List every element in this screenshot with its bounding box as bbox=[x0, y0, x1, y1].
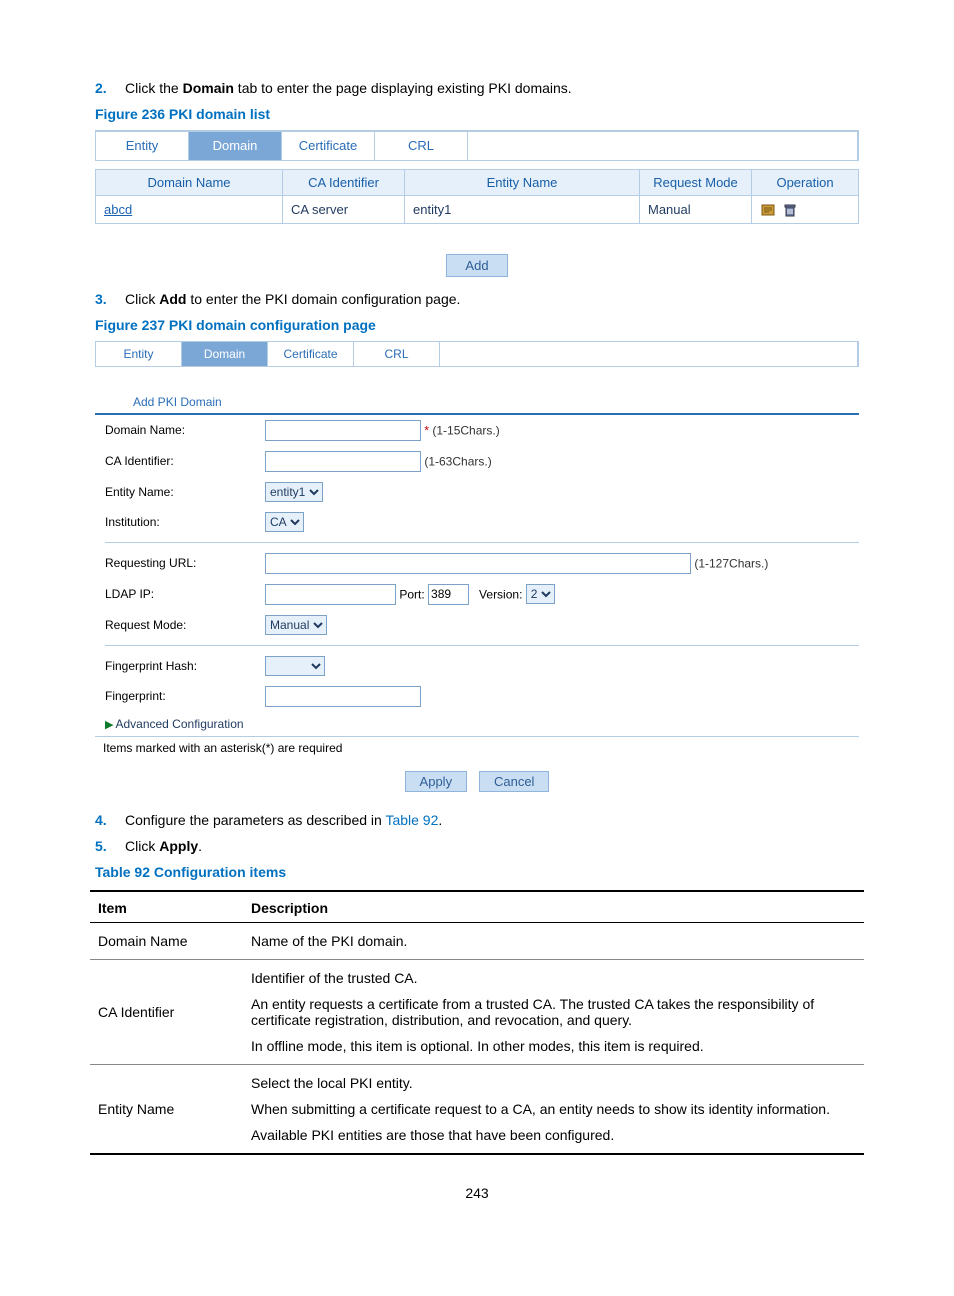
tab-row-2: Entity Domain Certificate CRL bbox=[95, 341, 859, 367]
ca-identifier-hint: (1-63Chars.) bbox=[424, 454, 491, 468]
domain-name-input[interactable] bbox=[265, 420, 421, 441]
table-92-caption: Table 92 Configuration items bbox=[95, 864, 864, 880]
pki-domain-form: Domain Name: * (1-15Chars.) CA Identifie… bbox=[95, 415, 859, 736]
certificate-icon[interactable] bbox=[760, 202, 776, 218]
label-request-mode: Request Mode: bbox=[95, 610, 255, 640]
domain-list-table: Domain Name CA Identifier Entity Name Re… bbox=[95, 169, 859, 224]
label-institution: Institution: bbox=[95, 507, 255, 537]
entity-name-select[interactable]: entity1 bbox=[265, 482, 323, 502]
add-button[interactable]: Add bbox=[446, 254, 507, 277]
table-row: abcd CA server entity1 Manual bbox=[96, 196, 859, 224]
tab-crl-2[interactable]: CRL bbox=[354, 342, 440, 366]
tab-domain[interactable]: Domain bbox=[189, 132, 282, 160]
table-row: CA IdentifierIdentifier of the trusted C… bbox=[90, 959, 864, 1064]
figure-236-caption: Figure 236 PKI domain list bbox=[95, 106, 864, 122]
requesting-url-hint: (1-127Chars.) bbox=[694, 556, 768, 570]
cancel-button[interactable]: Cancel bbox=[479, 771, 549, 792]
ca-identifier-input[interactable] bbox=[265, 451, 421, 472]
figure-237: Entity Domain Certificate CRL Add PKI Do… bbox=[95, 341, 859, 792]
col-operation: Operation bbox=[752, 170, 859, 196]
cell-ca: CA server bbox=[283, 196, 405, 224]
col-item: Item bbox=[90, 891, 243, 923]
table-92-link[interactable]: Table 92 bbox=[385, 812, 438, 828]
page-number: 243 bbox=[90, 1185, 864, 1201]
step-4-number: 4. bbox=[95, 812, 125, 828]
table-row: Domain NameName of the PKI domain. bbox=[90, 922, 864, 959]
domain-name-hint: (1-15Chars.) bbox=[432, 423, 499, 437]
col-domain-name: Domain Name bbox=[96, 170, 283, 196]
step-3-text: Click Add to enter the PKI domain config… bbox=[125, 291, 864, 307]
tab-certificate[interactable]: Certificate bbox=[282, 132, 375, 160]
configuration-items-table: Item Description Domain NameName of the … bbox=[90, 890, 864, 1155]
step-2-text: Click the Domain tab to enter the page d… bbox=[125, 80, 864, 96]
tab-row: Entity Domain Certificate CRL bbox=[95, 131, 859, 161]
institution-select[interactable]: CA bbox=[265, 512, 304, 532]
tab-crl[interactable]: CRL bbox=[375, 132, 468, 160]
label-domain-name: Domain Name: bbox=[95, 415, 255, 446]
section-title: Add PKI Domain bbox=[133, 395, 859, 409]
label-port: Port: bbox=[399, 587, 424, 601]
tab-entity-2[interactable]: Entity bbox=[96, 342, 182, 366]
label-ldap-ip: LDAP IP: bbox=[95, 579, 255, 610]
label-fingerprint: Fingerprint: bbox=[95, 681, 255, 712]
requesting-url-input[interactable] bbox=[265, 553, 691, 574]
figure-237-caption: Figure 237 PKI domain configuration page bbox=[95, 317, 864, 333]
step-3: 3. Click Add to enter the PKI domain con… bbox=[90, 291, 864, 307]
request-mode-select[interactable]: Manual bbox=[265, 615, 327, 635]
cell-item: CA Identifier bbox=[90, 959, 243, 1064]
cell-description: Select the local PKI entity.When submitt… bbox=[243, 1064, 864, 1154]
label-ca-identifier: CA Identifier: bbox=[95, 446, 255, 477]
label-entity-name: Entity Name: bbox=[95, 477, 255, 507]
version-select[interactable]: 2 bbox=[526, 584, 555, 604]
step-5-text: Click Apply. bbox=[125, 838, 864, 854]
col-ca-identifier: CA Identifier bbox=[283, 170, 405, 196]
label-version: Version: bbox=[479, 587, 522, 601]
trash-icon[interactable] bbox=[782, 202, 798, 218]
tab-entity[interactable]: Entity bbox=[96, 132, 189, 160]
step-2-number: 2. bbox=[95, 80, 125, 96]
step-2: 2. Click the Domain tab to enter the pag… bbox=[90, 80, 864, 96]
label-fingerprint-hash: Fingerprint Hash: bbox=[95, 651, 255, 681]
step-5: 5. Click Apply. bbox=[90, 838, 864, 854]
apply-button[interactable]: Apply bbox=[405, 771, 468, 792]
figure-236: Entity Domain Certificate CRL Domain Nam… bbox=[95, 130, 859, 224]
cell-description: Name of the PKI domain. bbox=[243, 922, 864, 959]
cell-entity: entity1 bbox=[405, 196, 640, 224]
step-4-text: Configure the parameters as described in… bbox=[125, 812, 864, 828]
cell-description: Identifier of the trusted CA.An entity r… bbox=[243, 959, 864, 1064]
col-entity-name: Entity Name bbox=[405, 170, 640, 196]
advanced-configuration-link[interactable]: Advanced Configuration bbox=[115, 717, 243, 731]
col-request-mode: Request Mode bbox=[640, 170, 752, 196]
port-input[interactable] bbox=[428, 584, 469, 605]
step-3-number: 3. bbox=[95, 291, 125, 307]
domain-link[interactable]: abcd bbox=[104, 202, 132, 217]
label-requesting-url: Requesting URL: bbox=[95, 548, 255, 579]
fingerprint-hash-select[interactable] bbox=[265, 656, 325, 676]
tab-domain-2[interactable]: Domain bbox=[182, 342, 268, 366]
cell-item: Domain Name bbox=[90, 922, 243, 959]
ldap-ip-input[interactable] bbox=[265, 584, 396, 605]
step-4: 4. Configure the parameters as described… bbox=[90, 812, 864, 828]
table-row: Entity NameSelect the local PKI entity.W… bbox=[90, 1064, 864, 1154]
step-5-number: 5. bbox=[95, 838, 125, 854]
fingerprint-input[interactable] bbox=[265, 686, 421, 707]
col-description: Description bbox=[243, 891, 864, 923]
expand-icon[interactable]: ▶ bbox=[105, 719, 113, 731]
cell-item: Entity Name bbox=[90, 1064, 243, 1154]
required-note: Items marked with an asterisk(*) are req… bbox=[95, 737, 859, 761]
cell-mode: Manual bbox=[640, 196, 752, 224]
tab-certificate-2[interactable]: Certificate bbox=[268, 342, 354, 366]
